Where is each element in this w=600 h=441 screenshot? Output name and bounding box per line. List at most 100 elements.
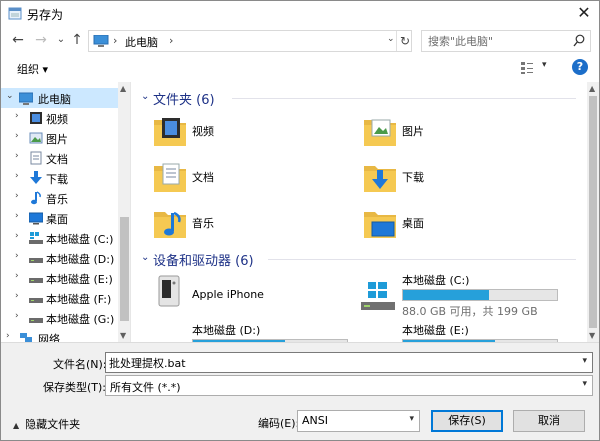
- scroll-down-icon[interactable]: ▼: [120, 331, 126, 340]
- documents-icon: [30, 151, 42, 165]
- sidebar-item-desktop[interactable]: › 桌面: [1, 208, 118, 228]
- search-box[interactable]: [421, 30, 591, 52]
- title-bar: 另存为 ✕: [1, 1, 599, 27]
- breadcrumb-separator[interactable]: ›: [113, 34, 117, 47]
- sidebar-item-drive-d[interactable]: › 本地磁盘 (D:): [1, 248, 118, 268]
- expand-arrow-icon[interactable]: ›: [15, 131, 19, 141]
- sidebar-item-downloads[interactable]: › 下载: [1, 168, 118, 188]
- scrollbar-thumb[interactable]: [589, 96, 597, 328]
- sidebar-item-label: 此电脑: [38, 93, 71, 106]
- cancel-button[interactable]: 取消: [513, 410, 585, 432]
- sidebar-item-network[interactable]: › 网络: [1, 328, 118, 342]
- filename-dropdown-icon[interactable]: ▾: [582, 356, 587, 366]
- iphone-device-icon: [158, 275, 180, 307]
- sidebar-item-label: 文档: [46, 153, 68, 166]
- sidebar-item-videos[interactable]: › 视频: [1, 108, 118, 128]
- expand-arrow-icon[interactable]: ›: [15, 271, 19, 281]
- drive-icon: [29, 258, 43, 263]
- expand-arrow-icon[interactable]: ›: [15, 111, 19, 121]
- forward-button[interactable]: →: [32, 31, 50, 49]
- expand-arrow-icon[interactable]: ›: [15, 291, 19, 301]
- close-button[interactable]: ✕: [569, 1, 599, 27]
- scroll-up-icon[interactable]: ▲: [589, 84, 595, 93]
- search-input[interactable]: [428, 34, 568, 49]
- sidebar-item-pictures[interactable]: › 图片: [1, 128, 118, 148]
- up-button[interactable]: ↑: [68, 31, 86, 49]
- organize-menu[interactable]: 组织 ▾: [17, 61, 48, 77]
- command-bar: 组织 ▾ ▾ ?: [1, 54, 599, 82]
- network-icon: [20, 333, 32, 342]
- group-header-folders[interactable]: ⌄ 文件夹 (6): [132, 88, 584, 108]
- back-button[interactable]: ←: [9, 31, 27, 49]
- view-dropdown-icon[interactable]: ▾: [542, 60, 547, 70]
- expand-arrow-icon[interactable]: ›: [15, 231, 19, 241]
- expand-arrow-icon[interactable]: ›: [15, 171, 19, 181]
- hide-folders-toggle[interactable]: ▲ 隐藏文件夹: [13, 416, 80, 432]
- scrollbar-thumb[interactable]: [120, 217, 129, 321]
- documents-folder-icon: [154, 163, 186, 192]
- encoding-value: ANSI: [302, 414, 328, 427]
- save-button[interactable]: 保存(S): [431, 410, 503, 432]
- sidebar-item-drive-g[interactable]: › 本地磁盘 (G:): [1, 308, 118, 328]
- folder-item-documents[interactable]: 文档: [132, 156, 332, 200]
- music-folder-icon: [154, 211, 186, 238]
- device-item-drive-e[interactable]: 本地磁盘 (E:): [342, 322, 562, 342]
- change-view-icon[interactable]: [520, 61, 534, 75]
- save-form: 文件名(N): ▾ 保存类型(T): 所有文件 (*.*) ▾ ▲ 隐藏文件夹 编…: [1, 342, 599, 440]
- address-dropdown-icon[interactable]: ⌄: [387, 34, 395, 44]
- nav-pane-scrollbar[interactable]: ▲ ▼: [118, 82, 130, 342]
- sidebar-item-label: 桌面: [46, 213, 68, 226]
- expand-arrow-icon[interactable]: ›: [6, 331, 10, 341]
- filename-input[interactable]: [109, 355, 579, 370]
- download-icon: [30, 171, 42, 184]
- folder-label: 音乐: [192, 217, 214, 230]
- expand-arrow-icon[interactable]: ›: [15, 211, 19, 221]
- sidebar-item-drive-f[interactable]: › 本地磁盘 (F:): [1, 288, 118, 308]
- encoding-dropdown-icon[interactable]: ▾: [409, 414, 414, 424]
- navigation-bar: ← → ⌄ ↑ › 此电脑 › ⌄ ↻: [1, 27, 599, 54]
- encoding-select[interactable]: ANSI ▾: [297, 410, 420, 432]
- folder-item-pictures[interactable]: 图片: [342, 110, 542, 154]
- expand-arrow-icon[interactable]: ›: [15, 311, 19, 321]
- desktop-folder-icon: [364, 212, 396, 238]
- folder-item-videos[interactable]: 视频: [132, 110, 332, 154]
- search-icon[interactable]: [573, 34, 585, 48]
- expand-arrow-icon[interactable]: ›: [15, 251, 19, 261]
- device-label: 本地磁盘 (E:): [402, 324, 469, 337]
- filename-field[interactable]: ▾: [105, 352, 593, 373]
- breadcrumb-separator[interactable]: ›: [169, 34, 173, 47]
- group-header-devices[interactable]: ⌄ 设备和驱动器 (6): [132, 249, 584, 269]
- sidebar-item-drive-c[interactable]: › 本地磁盘 (C:): [1, 228, 118, 248]
- folder-item-music[interactable]: 音乐: [132, 202, 332, 246]
- help-button[interactable]: ?: [572, 59, 588, 75]
- device-item-drive-d[interactable]: 本地磁盘 (D:): [132, 322, 352, 342]
- expand-arrow-icon[interactable]: ›: [15, 151, 19, 161]
- navigation-pane: ⌄ 此电脑 › 视频 › 图片 › 文档 › 下载 › 音乐 › 桌面 › 本地…: [1, 82, 131, 342]
- sidebar-item-music[interactable]: › 音乐: [1, 188, 118, 208]
- sidebar-item-drive-e[interactable]: › 本地磁盘 (E:): [1, 268, 118, 288]
- folder-label: 文档: [192, 171, 214, 184]
- device-item-drive-c[interactable]: 本地磁盘 (C:) 88.0 GB 可用，共 199 GB: [342, 272, 562, 324]
- drive-icon: [29, 318, 43, 323]
- sidebar-item-this-pc[interactable]: ⌄ 此电脑: [1, 88, 118, 108]
- scroll-up-icon[interactable]: ▲: [120, 84, 126, 93]
- collapse-chevron-icon[interactable]: ⌄: [141, 91, 149, 102]
- refresh-button[interactable]: ↻: [396, 31, 413, 51]
- collapse-arrow-icon[interactable]: ⌄: [6, 91, 14, 101]
- breadcrumb-this-pc[interactable]: 此电脑: [125, 34, 158, 50]
- file-list-pane: ⌄ 文件夹 (6) 视频 图片 文档 下载 音乐 桌面 ⌄ 设备和驱动器 (6)…: [132, 82, 587, 342]
- file-list-scrollbar[interactable]: ▲ ▼: [587, 82, 599, 342]
- address-bar[interactable]: › 此电脑 › ⌄ ↻: [88, 30, 412, 52]
- filetype-select[interactable]: 所有文件 (*.*) ▾: [105, 375, 593, 396]
- sidebar-item-label: 音乐: [46, 193, 68, 206]
- download-folder-icon: [364, 166, 396, 192]
- device-item-iphone[interactable]: Apple iPhone: [132, 272, 352, 324]
- scroll-down-icon[interactable]: ▼: [589, 331, 595, 340]
- folder-item-downloads[interactable]: 下载: [342, 156, 542, 200]
- filetype-dropdown-icon[interactable]: ▾: [582, 379, 587, 389]
- expand-arrow-icon[interactable]: ›: [15, 191, 19, 201]
- drive-usage-bar: [402, 289, 558, 301]
- sidebar-item-documents[interactable]: › 文档: [1, 148, 118, 168]
- collapse-chevron-icon[interactable]: ⌄: [141, 252, 149, 263]
- folder-item-desktop[interactable]: 桌面: [342, 202, 542, 246]
